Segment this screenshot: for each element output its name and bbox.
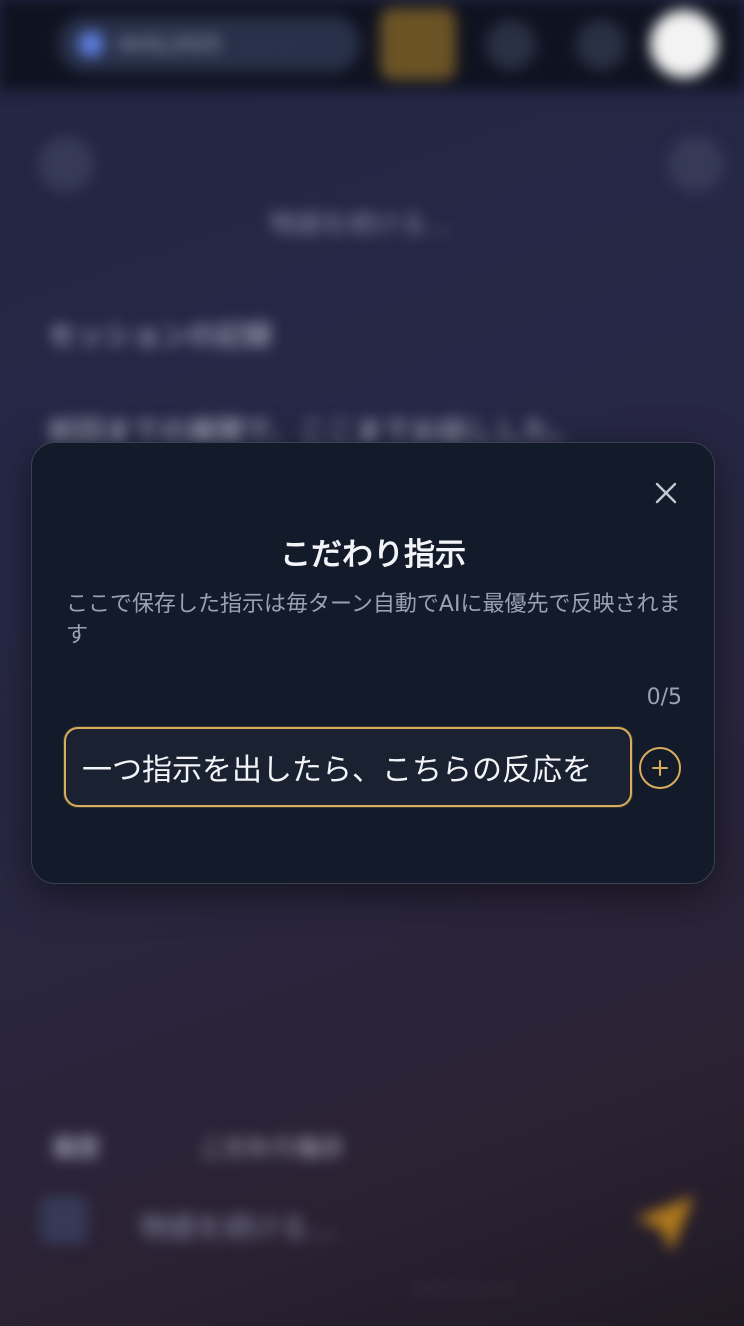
model-selector-label: AI/GL2025 xyxy=(118,32,222,56)
close-button[interactable] xyxy=(648,475,684,511)
footer-note: ・・・・・・ xyxy=(410,1280,518,1301)
instruction-input[interactable] xyxy=(64,727,632,807)
instruction-modal: こだわり指示 ここで保存した指示は毎ターン自動でAIに最優先で反映されます 0/… xyxy=(31,442,715,884)
add-instruction-button[interactable] xyxy=(639,747,681,789)
model-icon xyxy=(78,31,104,57)
modal-title: こだわり指示 xyxy=(280,537,466,573)
send-icon[interactable] xyxy=(636,1196,694,1252)
message-input[interactable]: 物語を続ける… xyxy=(140,1206,336,1246)
close-icon xyxy=(655,482,677,504)
options-button[interactable] xyxy=(668,136,724,192)
modal-description: ここで保存した指示は毎ターン自動でAIに最優先で反映されます xyxy=(66,592,681,648)
avatar[interactable] xyxy=(650,10,718,78)
attach-button[interactable] xyxy=(40,1196,88,1244)
instruction-counter: 0/5 xyxy=(646,685,682,710)
search-icon[interactable] xyxy=(486,20,536,70)
settings-icon[interactable] xyxy=(576,20,626,70)
instruction-tool-button[interactable]: こだわり指示 xyxy=(200,1128,344,1163)
history-tool-button[interactable]: 履歴 xyxy=(52,1128,100,1163)
section-heading: セッションの記録 xyxy=(48,319,273,352)
back-button[interactable] xyxy=(38,136,94,192)
plus-icon xyxy=(652,760,668,776)
model-selector[interactable]: AI/GL2025 ・・・ xyxy=(58,16,360,72)
app-root: AI/GL2025 ・・・ 物語を続ける… セッションの記録 前回までの展開で、… xyxy=(0,0,744,1326)
model-selector-suffix: ・・・ xyxy=(235,33,296,58)
chat-title: 物語を続ける… xyxy=(270,210,453,240)
top-bar: AI/GL2025 ・・・ xyxy=(0,0,744,90)
premium-badge[interactable] xyxy=(380,8,456,80)
